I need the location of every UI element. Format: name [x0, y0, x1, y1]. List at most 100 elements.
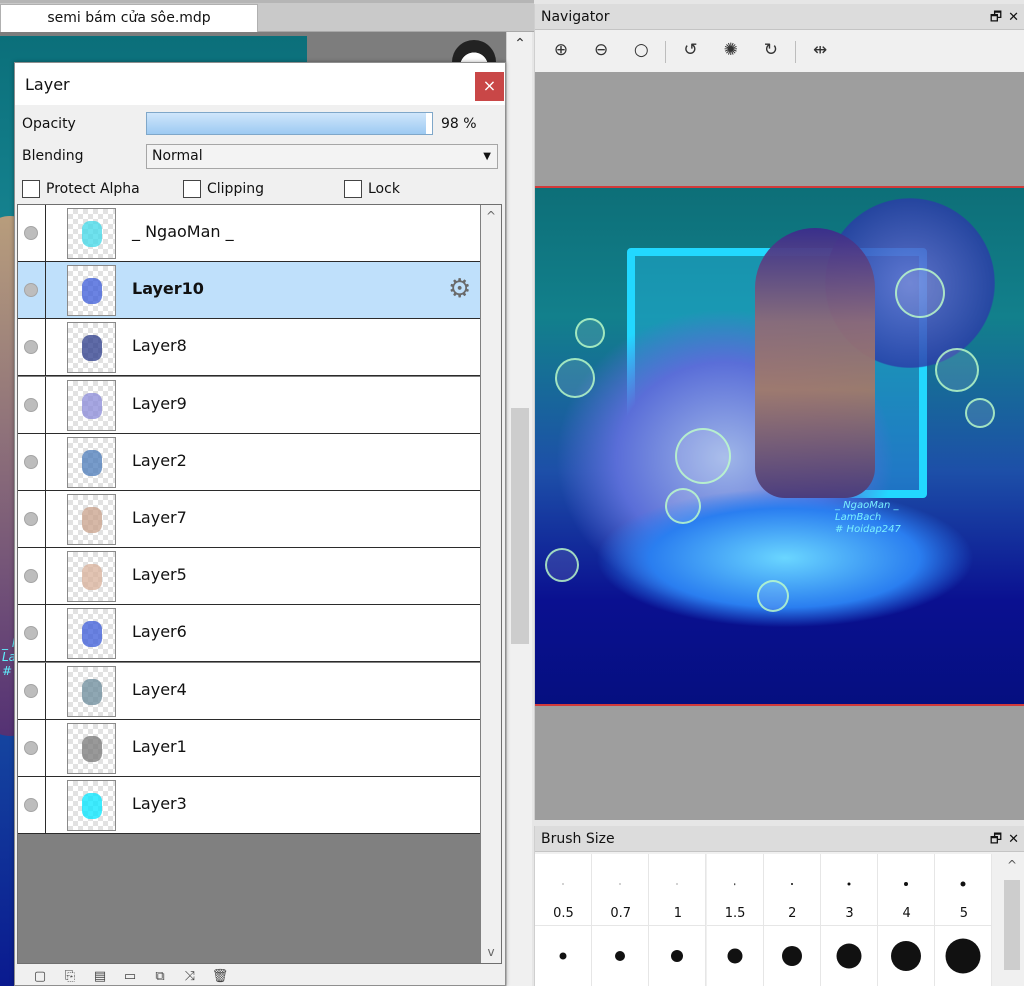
- duplicate-layer-icon[interactable]: ⎘: [55, 969, 85, 984]
- layer-row[interactable]: Layer10 ⚙: [18, 262, 480, 320]
- brush-size-titlebar[interactable]: Brush Size 🗗 ✕: [535, 826, 1024, 852]
- restore-window-icon[interactable]: 🗗: [990, 10, 1002, 25]
- layer-panel-header[interactable]: Layer ×: [15, 63, 505, 105]
- checkbox-box[interactable]: [22, 180, 40, 198]
- visibility-toggle-icon[interactable]: [24, 397, 38, 412]
- layer-row[interactable]: Layer7: [18, 491, 480, 548]
- brush-size-cell[interactable]: 0.5: [535, 854, 592, 926]
- new-layer-icon[interactable]: ▢: [25, 969, 55, 984]
- scroll-down-icon[interactable]: v: [481, 945, 501, 959]
- brush-size-cell[interactable]: [821, 926, 878, 986]
- document-tab[interactable]: semi bám cửa sôe.mdp: [0, 4, 258, 32]
- layer-row[interactable]: Layer4: [18, 662, 480, 720]
- layer-name[interactable]: Layer8: [132, 336, 187, 355]
- layer-thumbnail[interactable]: [67, 436, 116, 488]
- layer-thumbnail[interactable]: [67, 379, 116, 431]
- transform-icon[interactable]: ⤨: [175, 969, 205, 984]
- merge-down-icon[interactable]: ⧉: [145, 969, 175, 984]
- delete-layer-icon[interactable]: 🗑: [205, 969, 235, 984]
- visibility-toggle-icon[interactable]: [24, 626, 38, 641]
- blending-select[interactable]: Normal ▼: [146, 144, 498, 169]
- layer-name[interactable]: Layer4: [132, 680, 187, 699]
- visibility-toggle-icon[interactable]: [24, 283, 38, 298]
- brush-size-cell[interactable]: [706, 926, 764, 986]
- visibility-toggle-icon[interactable]: [24, 512, 38, 526]
- scroll-up-icon[interactable]: ^: [1001, 858, 1023, 872]
- layer-name[interactable]: Layer7: [132, 508, 187, 527]
- layer-name[interactable]: Layer10: [132, 279, 204, 298]
- layer-thumbnail[interactable]: [67, 665, 116, 717]
- visibility-toggle-icon[interactable]: [24, 683, 38, 698]
- zoom-actual-icon[interactable]: ○: [623, 40, 659, 60]
- layer-thumbnail[interactable]: [67, 494, 116, 545]
- zoom-in-icon[interactable]: ⊕: [543, 40, 579, 60]
- layer-list-scrollbar[interactable]: ^ v: [481, 205, 501, 963]
- layer-thumbnail[interactable]: [67, 208, 116, 259]
- layer-name[interactable]: Layer2: [132, 451, 187, 470]
- layer-name[interactable]: Layer1: [132, 737, 187, 756]
- brush-size-cell[interactable]: [763, 926, 821, 986]
- layer-thumbnail[interactable]: [67, 780, 116, 831]
- layer-thumbnail[interactable]: [67, 265, 116, 317]
- layer-row[interactable]: Layer6: [18, 605, 480, 663]
- opacity-slider[interactable]: [146, 112, 433, 135]
- layer-thumbnail[interactable]: [67, 608, 116, 660]
- layer-thumbnail[interactable]: [67, 322, 116, 374]
- checkbox-box[interactable]: [183, 180, 201, 198]
- layer-row[interactable]: Layer8: [18, 319, 480, 377]
- brush-size-cell[interactable]: [649, 926, 707, 986]
- brush-size-cell[interactable]: 1.5: [706, 854, 764, 926]
- brush-size-cell[interactable]: [592, 926, 650, 986]
- brush-size-cell[interactable]: 4: [878, 854, 936, 926]
- zoom-out-icon[interactable]: ⊖: [583, 40, 619, 60]
- close-icon[interactable]: ✕: [1008, 10, 1019, 25]
- brush-size-cell[interactable]: 2: [763, 854, 821, 926]
- layer-thumbnail[interactable]: [67, 551, 116, 603]
- layer-row[interactable]: Layer9: [18, 376, 480, 434]
- canvas-scroll-thumb[interactable]: [511, 408, 529, 644]
- navigator-view[interactable]: _ NgaoMan _ LamBach # Hoidap247: [535, 72, 1024, 820]
- brush-size-cell[interactable]: 1: [649, 854, 707, 926]
- flip-horizontal-icon[interactable]: ⇹: [802, 40, 838, 60]
- scroll-up-icon[interactable]: ^: [481, 209, 501, 223]
- visibility-toggle-icon[interactable]: [24, 798, 38, 812]
- visibility-toggle-icon[interactable]: [24, 340, 38, 355]
- layer-row[interactable]: _ NgaoMan _: [18, 205, 480, 262]
- brush-size-cell[interactable]: [878, 926, 936, 986]
- layer-thumbnail[interactable]: [67, 722, 116, 774]
- brush-size-cell[interactable]: 0.7: [592, 854, 650, 926]
- close-icon[interactable]: ✕: [1008, 832, 1019, 847]
- visibility-toggle-icon[interactable]: [24, 454, 38, 469]
- lock-checkbox[interactable]: Lock: [344, 179, 400, 199]
- layer-name[interactable]: Layer9: [132, 394, 187, 413]
- navigator-preview[interactable]: _ NgaoMan _ LamBach # Hoidap247: [535, 186, 1024, 706]
- restore-window-icon[interactable]: 🗗: [990, 832, 1002, 847]
- checkbox-box[interactable]: [344, 180, 362, 198]
- canvas-vertical-scrollbar[interactable]: ⌃: [506, 32, 532, 986]
- close-icon[interactable]: ×: [475, 72, 504, 101]
- visibility-toggle-icon[interactable]: [24, 569, 38, 584]
- layer-name[interactable]: Layer5: [132, 565, 187, 584]
- gear-icon[interactable]: ⚙: [448, 276, 471, 302]
- layer-name[interactable]: _ NgaoMan _: [132, 222, 234, 241]
- layer-name[interactable]: Layer6: [132, 622, 187, 641]
- brush-scroll-thumb[interactable]: [1004, 880, 1020, 970]
- navigator-titlebar[interactable]: Navigator 🗗 ✕: [535, 4, 1024, 30]
- brush-size-scrollbar[interactable]: ^: [1001, 854, 1023, 986]
- new-halftone-layer-icon[interactable]: ▤: [85, 969, 115, 984]
- brush-size-cell[interactable]: [535, 926, 592, 986]
- layer-row[interactable]: Layer1: [18, 719, 480, 777]
- layer-row[interactable]: Layer5: [18, 548, 480, 606]
- scroll-up-icon[interactable]: ⌃: [507, 36, 533, 52]
- brush-size-cell[interactable]: 3: [821, 854, 878, 926]
- layer-row[interactable]: Layer3: [18, 777, 480, 834]
- brush-size-cell[interactable]: 5: [935, 854, 993, 926]
- rotate-right-icon[interactable]: ↻: [753, 40, 789, 60]
- protect-alpha-checkbox[interactable]: Protect Alpha: [22, 179, 140, 199]
- brush-size-cell[interactable]: [935, 926, 993, 986]
- visibility-toggle-icon[interactable]: [24, 226, 38, 240]
- rotate-left-icon[interactable]: ↺: [673, 40, 709, 60]
- clipping-checkbox[interactable]: Clipping: [183, 179, 264, 199]
- layer-row[interactable]: Layer2: [18, 433, 480, 491]
- visibility-toggle-icon[interactable]: [24, 740, 38, 755]
